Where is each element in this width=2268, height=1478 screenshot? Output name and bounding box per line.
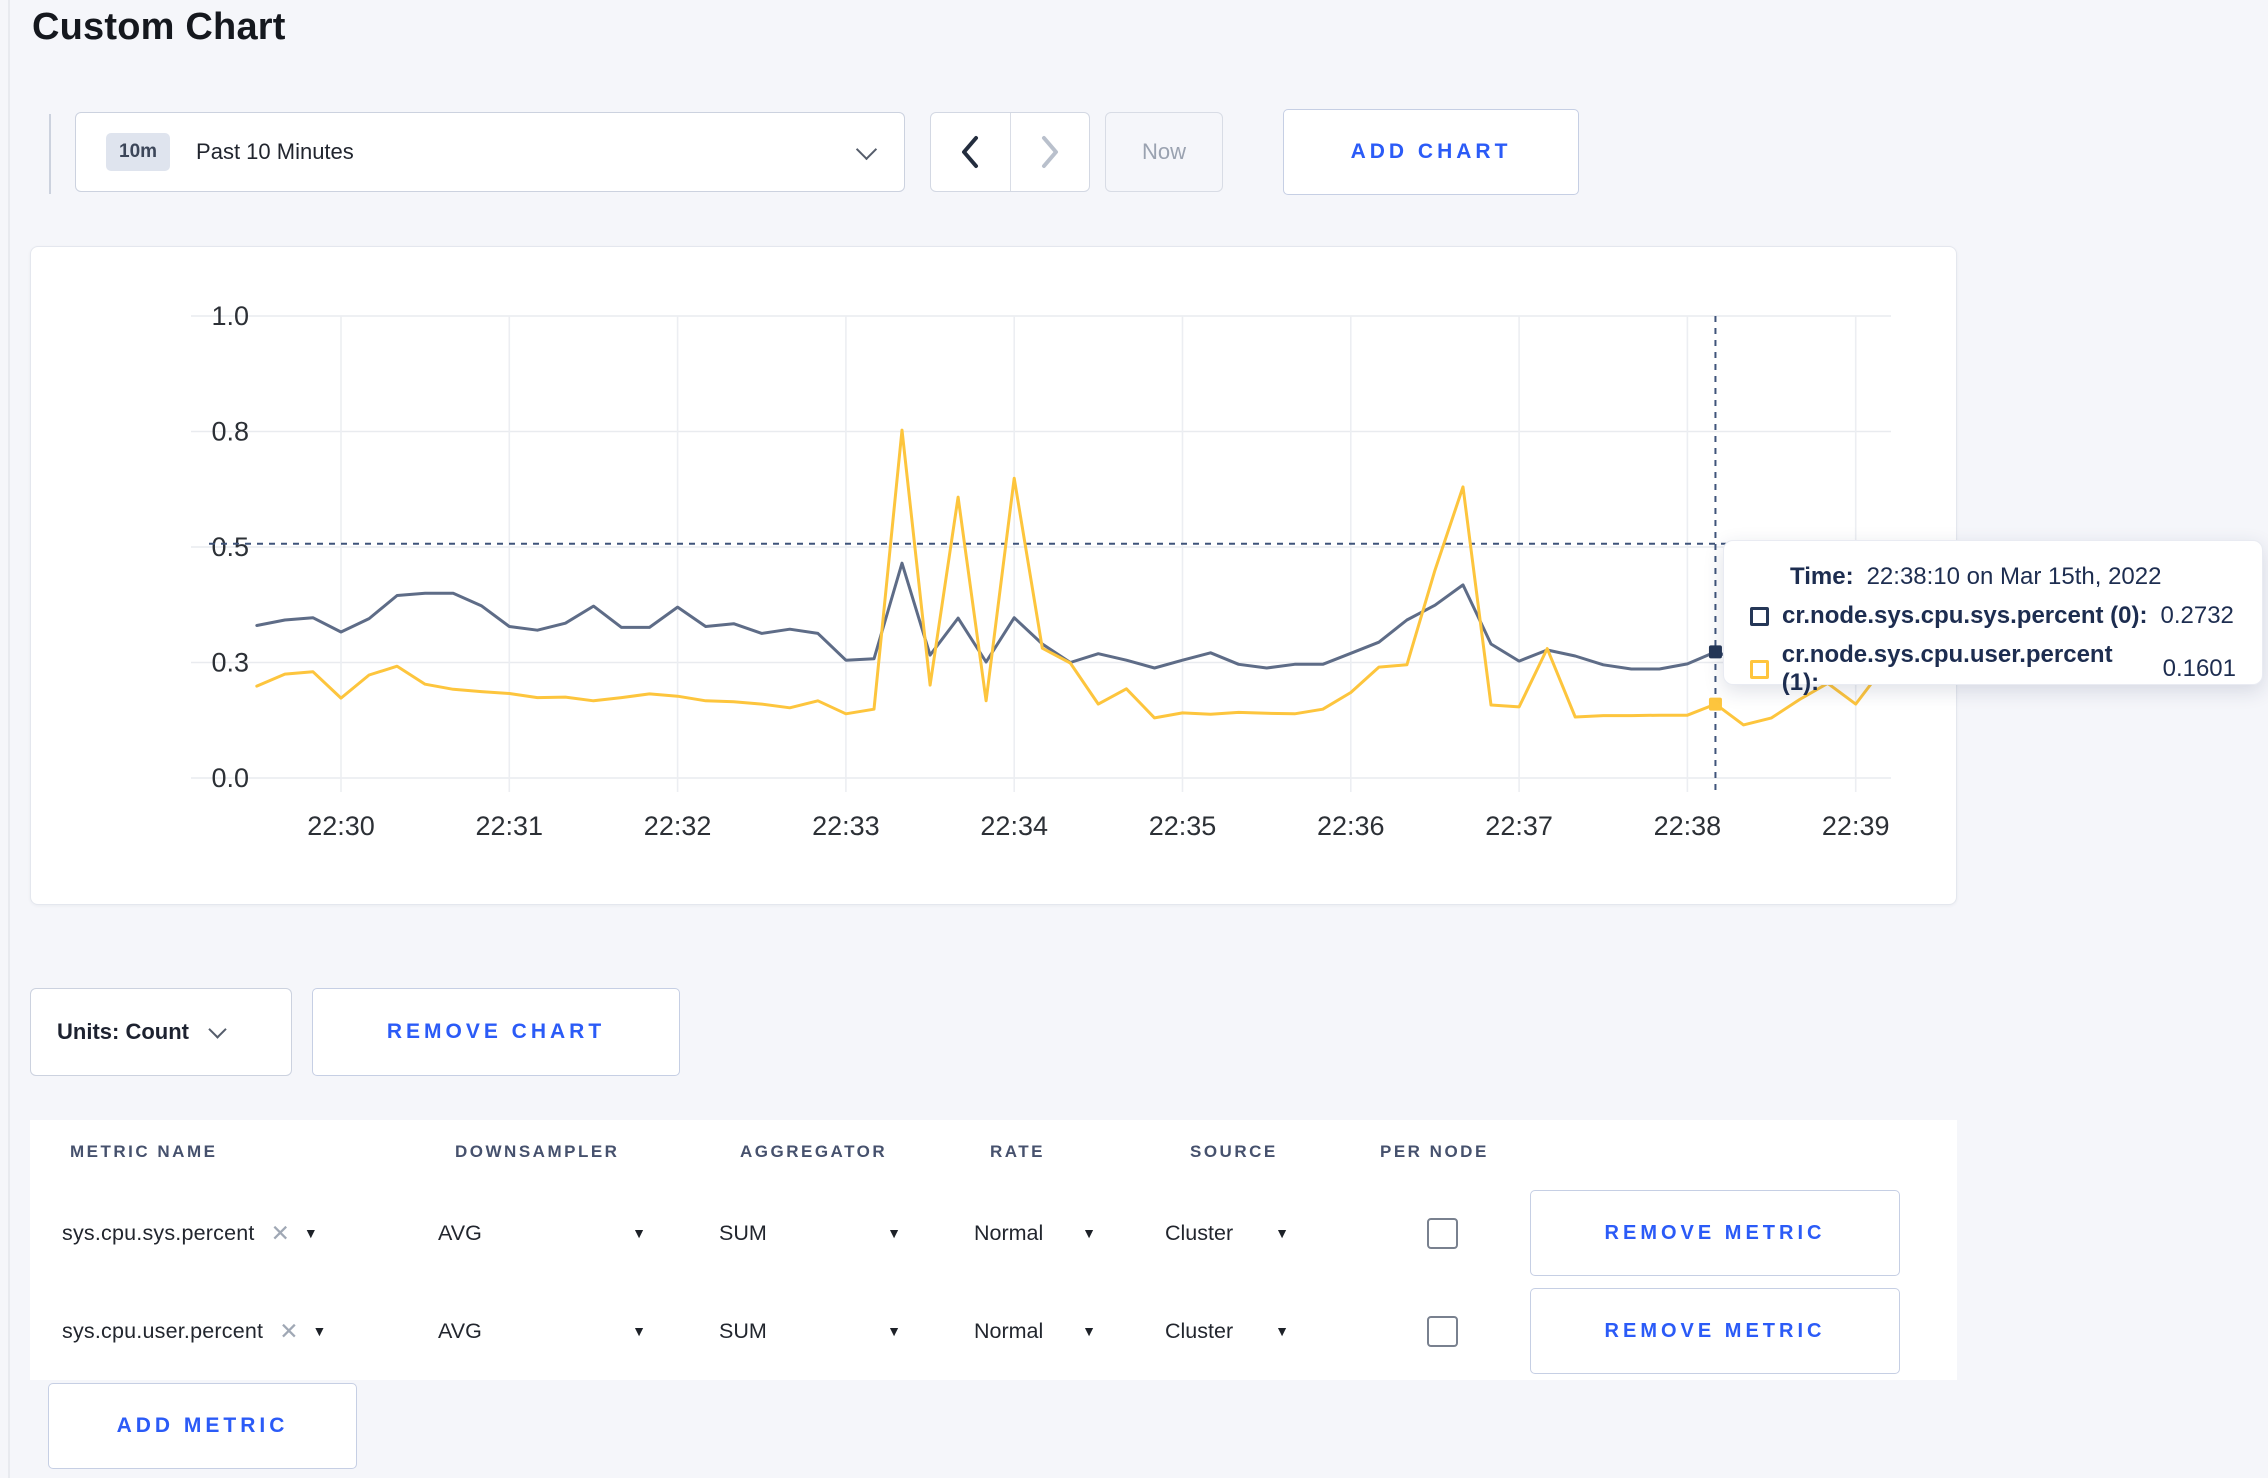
- chevron-right-icon: [1041, 136, 1058, 168]
- aggregator-value: SUM: [719, 1318, 767, 1343]
- chevron-down-icon: [855, 138, 878, 160]
- time-pager: [930, 112, 1090, 192]
- svg-text:22:33: 22:33: [812, 811, 880, 841]
- downsampler-select[interactable]: AVG ▼: [438, 1319, 646, 1344]
- dropdown-arrow-icon[interactable]: ▼: [312, 1323, 326, 1339]
- metric-name-select[interactable]: sys.cpu.sys.percent ✕ ▼: [30, 1220, 430, 1247]
- svg-text:1.0: 1.0: [211, 301, 249, 331]
- clear-metric-icon[interactable]: ✕: [279, 1318, 298, 1345]
- add-metric-button[interactable]: ADD METRIC: [48, 1383, 357, 1469]
- time-next-button[interactable]: [1011, 113, 1090, 191]
- dropdown-arrow-icon: ▼: [1082, 1225, 1096, 1241]
- remove-chart-button[interactable]: REMOVE CHART: [312, 988, 680, 1076]
- svg-text:22:37: 22:37: [1485, 811, 1553, 841]
- svg-text:22:35: 22:35: [1149, 811, 1217, 841]
- custom-chart-page: Custom Chart 10m Past 10 Minutes Now ADD…: [0, 0, 2268, 1478]
- dropdown-arrow-icon[interactable]: ▼: [304, 1225, 318, 1241]
- time-range-label: Past 10 Minutes: [196, 139, 354, 164]
- tooltip-series-row: cr.node.sys.cpu.sys.percent (0): 0.2732: [1750, 602, 2236, 630]
- column-header-rate: RATE: [990, 1142, 1046, 1161]
- column-header-aggregator: AGGREGATOR: [740, 1142, 888, 1161]
- toolbar-left-divider: [49, 114, 51, 194]
- tooltip-series-label: cr.node.sys.cpu.sys.percent (0):: [1782, 602, 2148, 629]
- rate-select[interactable]: Normal ▼: [974, 1319, 1096, 1344]
- page-left-divider: [8, 0, 10, 1478]
- svg-text:22:31: 22:31: [476, 811, 544, 841]
- chevron-left-icon: [962, 136, 979, 168]
- dropdown-arrow-icon: ▼: [632, 1323, 646, 1339]
- per-node-checkbox[interactable]: [1427, 1217, 1458, 1249]
- svg-text:0.0: 0.0: [211, 763, 249, 793]
- dropdown-arrow-icon: ▼: [1082, 1323, 1096, 1339]
- svg-text:0.8: 0.8: [211, 417, 249, 447]
- aggregator-value: SUM: [719, 1220, 767, 1245]
- metrics-table: METRIC NAME DOWNSAMPLER AGGREGATOR RATE …: [30, 1120, 1957, 1380]
- aggregator-select[interactable]: SUM ▼: [719, 1319, 901, 1344]
- aggregator-select[interactable]: SUM ▼: [719, 1221, 901, 1246]
- series-swatch-icon: [1750, 659, 1769, 679]
- dropdown-arrow-icon: ▼: [887, 1225, 901, 1241]
- chart-tooltip: Time: 22:38:10 on Mar 15th, 2022 cr.node…: [1723, 540, 2263, 696]
- chevron-down-icon: [208, 1019, 227, 1039]
- source-value: Cluster: [1165, 1220, 1234, 1245]
- units-label: Units: Count: [57, 1019, 189, 1044]
- downsampler-value: AVG: [438, 1318, 482, 1343]
- downsampler-value: AVG: [438, 1220, 482, 1245]
- svg-text:0.3: 0.3: [211, 648, 249, 678]
- svg-text:22:38: 22:38: [1654, 811, 1722, 841]
- series-swatch-icon: [1750, 606, 1769, 626]
- rate-select[interactable]: Normal ▼: [974, 1221, 1096, 1246]
- tooltip-series-value: 0.1601: [2162, 655, 2236, 682]
- svg-text:22:39: 22:39: [1822, 811, 1890, 841]
- units-dropdown[interactable]: Units: Count: [30, 988, 292, 1076]
- tooltip-series-row: cr.node.sys.cpu.user.percent (1): 0.1601: [1750, 641, 2236, 697]
- metric-row: sys.cpu.sys.percent ✕ ▼ AVG ▼ SUM ▼ Norm…: [30, 1184, 1957, 1282]
- tooltip-time-row: Time: 22:38:10 on Mar 15th, 2022: [1750, 563, 2236, 591]
- metrics-table-header: METRIC NAME DOWNSAMPLER AGGREGATOR RATE …: [30, 1120, 1957, 1184]
- metric-row: sys.cpu.user.percent ✕ ▼ AVG ▼ SUM ▼ Nor…: [30, 1282, 1957, 1380]
- tooltip-time-label: Time:: [1790, 563, 1854, 590]
- remove-metric-button[interactable]: REMOVE METRIC: [1530, 1190, 1900, 1276]
- dropdown-arrow-icon: ▼: [1275, 1225, 1289, 1241]
- column-header-source: SOURCE: [1190, 1142, 1278, 1161]
- svg-text:22:32: 22:32: [644, 811, 712, 841]
- metric-name-value: sys.cpu.sys.percent: [62, 1220, 255, 1245]
- source-select[interactable]: Cluster ▼: [1165, 1319, 1289, 1344]
- column-header-downsampler: DOWNSAMPLER: [455, 1142, 620, 1161]
- page-title: Custom Chart: [32, 6, 286, 48]
- column-header-metric-name: METRIC NAME: [70, 1142, 218, 1161]
- dropdown-arrow-icon: ▼: [632, 1225, 646, 1241]
- time-range-badge: 10m: [106, 133, 171, 171]
- add-chart-button[interactable]: ADD CHART: [1283, 109, 1579, 195]
- svg-text:22:34: 22:34: [980, 811, 1048, 841]
- downsampler-select[interactable]: AVG ▼: [438, 1221, 646, 1246]
- dropdown-arrow-icon: ▼: [1275, 1323, 1289, 1339]
- tooltip-series-label: cr.node.sys.cpu.user.percent (1):: [1781, 641, 2113, 696]
- source-select[interactable]: Cluster ▼: [1165, 1221, 1289, 1246]
- metric-name-select[interactable]: sys.cpu.user.percent ✕ ▼: [30, 1318, 430, 1345]
- rate-value: Normal: [974, 1318, 1044, 1343]
- per-node-checkbox[interactable]: [1427, 1315, 1458, 1347]
- clear-metric-icon[interactable]: ✕: [271, 1220, 290, 1247]
- svg-text:0.5: 0.5: [211, 532, 249, 562]
- rate-value: Normal: [974, 1220, 1044, 1245]
- tooltip-time-value: 22:38:10 on Mar 15th, 2022: [1866, 563, 2162, 590]
- column-header-per-node: PER NODE: [1380, 1142, 1489, 1161]
- source-value: Cluster: [1165, 1318, 1234, 1343]
- chart-card: 1.0 0.8 0.5 0.3 0.0 22:30 22:31 22:32 22:33 22:34…: [30, 246, 1957, 905]
- dropdown-arrow-icon: ▼: [887, 1323, 901, 1339]
- now-button[interactable]: Now: [1105, 112, 1223, 192]
- metric-name-value: sys.cpu.user.percent: [62, 1318, 264, 1343]
- tooltip-series-value: 0.2732: [2160, 602, 2234, 629]
- remove-metric-button[interactable]: REMOVE METRIC: [1530, 1288, 1900, 1374]
- timeseries-chart[interactable]: 1.0 0.8 0.5 0.3 0.0 22:30 22:31 22:32 22:33 22:34…: [31, 247, 1955, 903]
- svg-text:22:30: 22:30: [307, 811, 375, 841]
- time-range-dropdown[interactable]: 10m Past 10 Minutes: [75, 112, 905, 192]
- time-prev-button[interactable]: [931, 113, 1011, 191]
- svg-text:22:36: 22:36: [1317, 811, 1385, 841]
